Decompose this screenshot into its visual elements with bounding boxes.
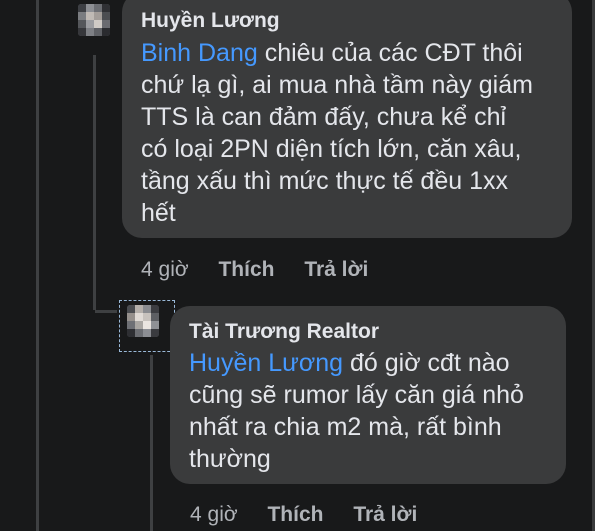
avatar[interactable] — [78, 4, 110, 36]
comment-text-line: chứ lạ gì, ai mua nhà tầm này giám — [141, 71, 533, 99]
thread-line — [150, 355, 153, 531]
comment-author[interactable]: Tài Trương Realtor — [189, 319, 548, 345]
comment-text-line: nhất ra chia m2 mà, rất bình — [189, 413, 502, 441]
mention-link[interactable]: Binh Dang — [141, 39, 258, 67]
reply-button[interactable]: Trả lời — [304, 258, 368, 282]
comment-text-line: cũng sẽ rumor lấy căn giá nhỏ — [189, 381, 524, 409]
comment-time[interactable]: 4 giờ — [190, 503, 238, 527]
comment-time[interactable]: 4 giờ — [141, 258, 189, 282]
comment-text: Huyền Lương đó giờ cđt nào cũng sẽ rumor … — [189, 347, 548, 475]
comment-text-line: TTS là can đảm đấy, chưa kể chỉ — [141, 103, 507, 131]
comment-text-line: đó giờ cđt nào — [343, 349, 510, 377]
thread-line — [93, 55, 96, 310]
comment-text-line: tầng xấu thì mức thực tế đều 1xx — [141, 167, 508, 195]
thread-line — [36, 0, 39, 531]
mention-link[interactable]: Huyền Lương — [189, 349, 343, 377]
comment-text: Binh Dang chiêu của các CĐT thôi chứ lạ g… — [141, 37, 554, 229]
like-button[interactable]: Thích — [267, 503, 323, 527]
comment-text-line: có loại 2PN diện tích lớn, căn xâu, — [141, 135, 522, 163]
comment-text-line: chiêu của các CĐT thôi — [257, 39, 523, 67]
avatar[interactable] — [127, 305, 159, 337]
reply-button[interactable]: Trả lời — [353, 503, 417, 527]
thread-line — [95, 310, 117, 313]
comment-text-line: hết — [141, 199, 176, 227]
comment-author[interactable]: Huyền Lương — [141, 8, 554, 34]
comment-bubble: Huyền Lương Binh Dang chiêu của các CĐT … — [122, 0, 572, 238]
comment-meta: 4 giờ Thích Trả lời — [141, 258, 392, 282]
comment-bubble: Tài Trương Realtor Huyền Lương đó giờ cđ… — [170, 306, 566, 484]
comment-meta: 4 giờ Thích Trả lời — [190, 503, 441, 527]
like-button[interactable]: Thích — [218, 258, 274, 282]
comment-text-line: thường — [189, 445, 271, 473]
